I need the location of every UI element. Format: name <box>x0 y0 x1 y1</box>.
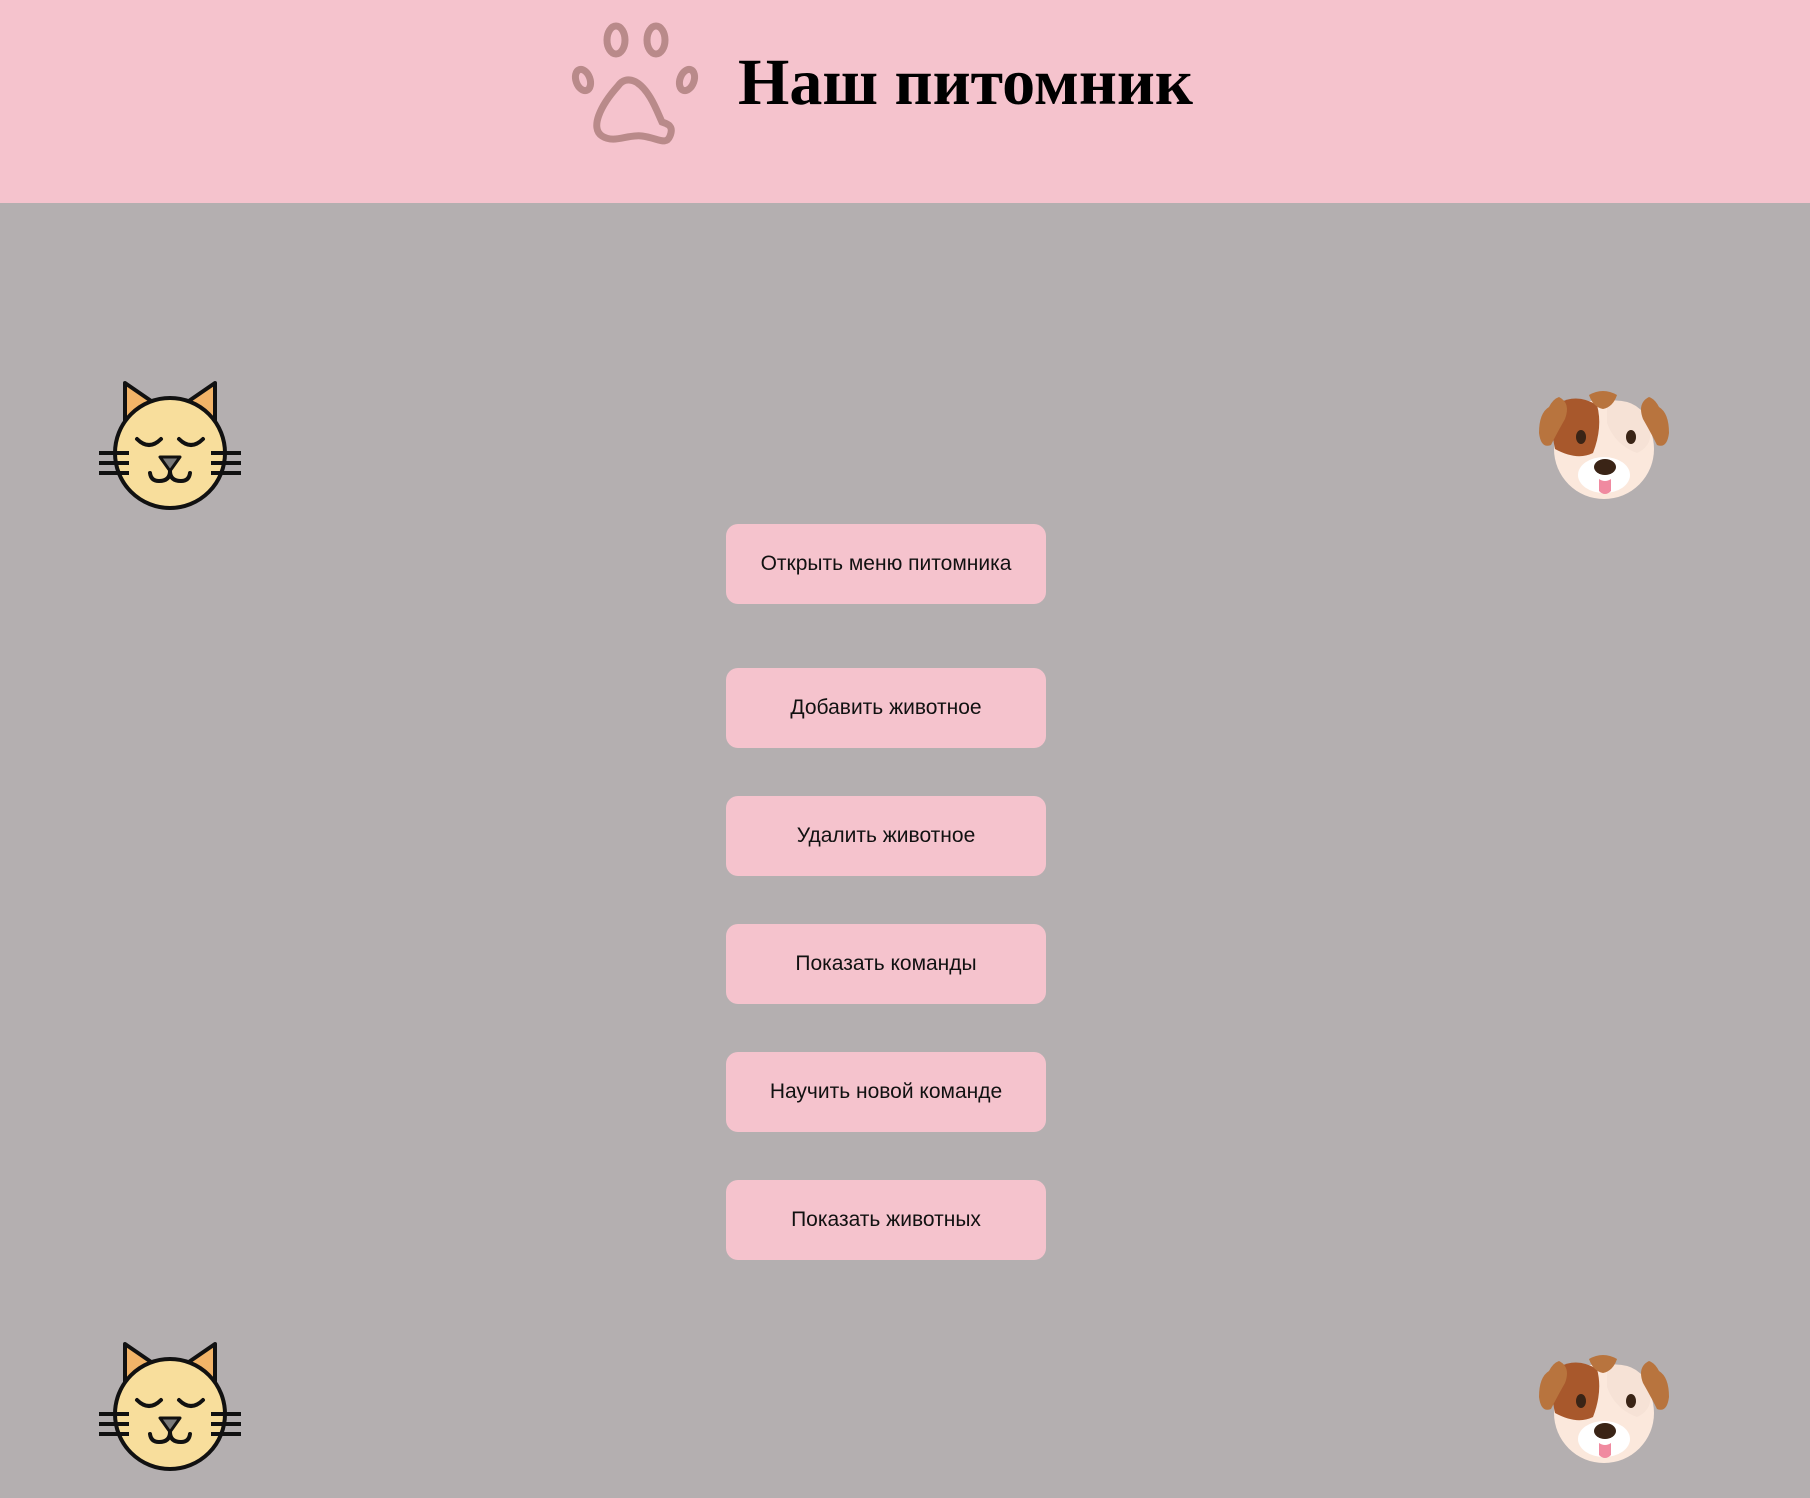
header-brand: Наш питомник <box>570 18 1193 148</box>
delete-animal-button[interactable]: Удалить животное <box>726 796 1046 876</box>
dog-face-icon <box>1537 1347 1671 1465</box>
page-title: Наш питомник <box>738 46 1193 119</box>
cat-face-icon <box>99 1342 241 1474</box>
cat-face-icon <box>99 381 241 513</box>
teach-command-button[interactable]: Научить новой команде <box>726 1052 1046 1132</box>
open-menu-button[interactable]: Открыть меню питомника <box>726 524 1046 604</box>
paw-icon <box>570 18 700 148</box>
add-animal-button[interactable]: Добавить животное <box>726 668 1046 748</box>
dog-face-icon <box>1537 383 1671 501</box>
show-commands-button[interactable]: Показать команды <box>726 924 1046 1004</box>
show-animals-button[interactable]: Показать животных <box>726 1180 1046 1260</box>
header: Наш питомник <box>0 0 1810 203</box>
